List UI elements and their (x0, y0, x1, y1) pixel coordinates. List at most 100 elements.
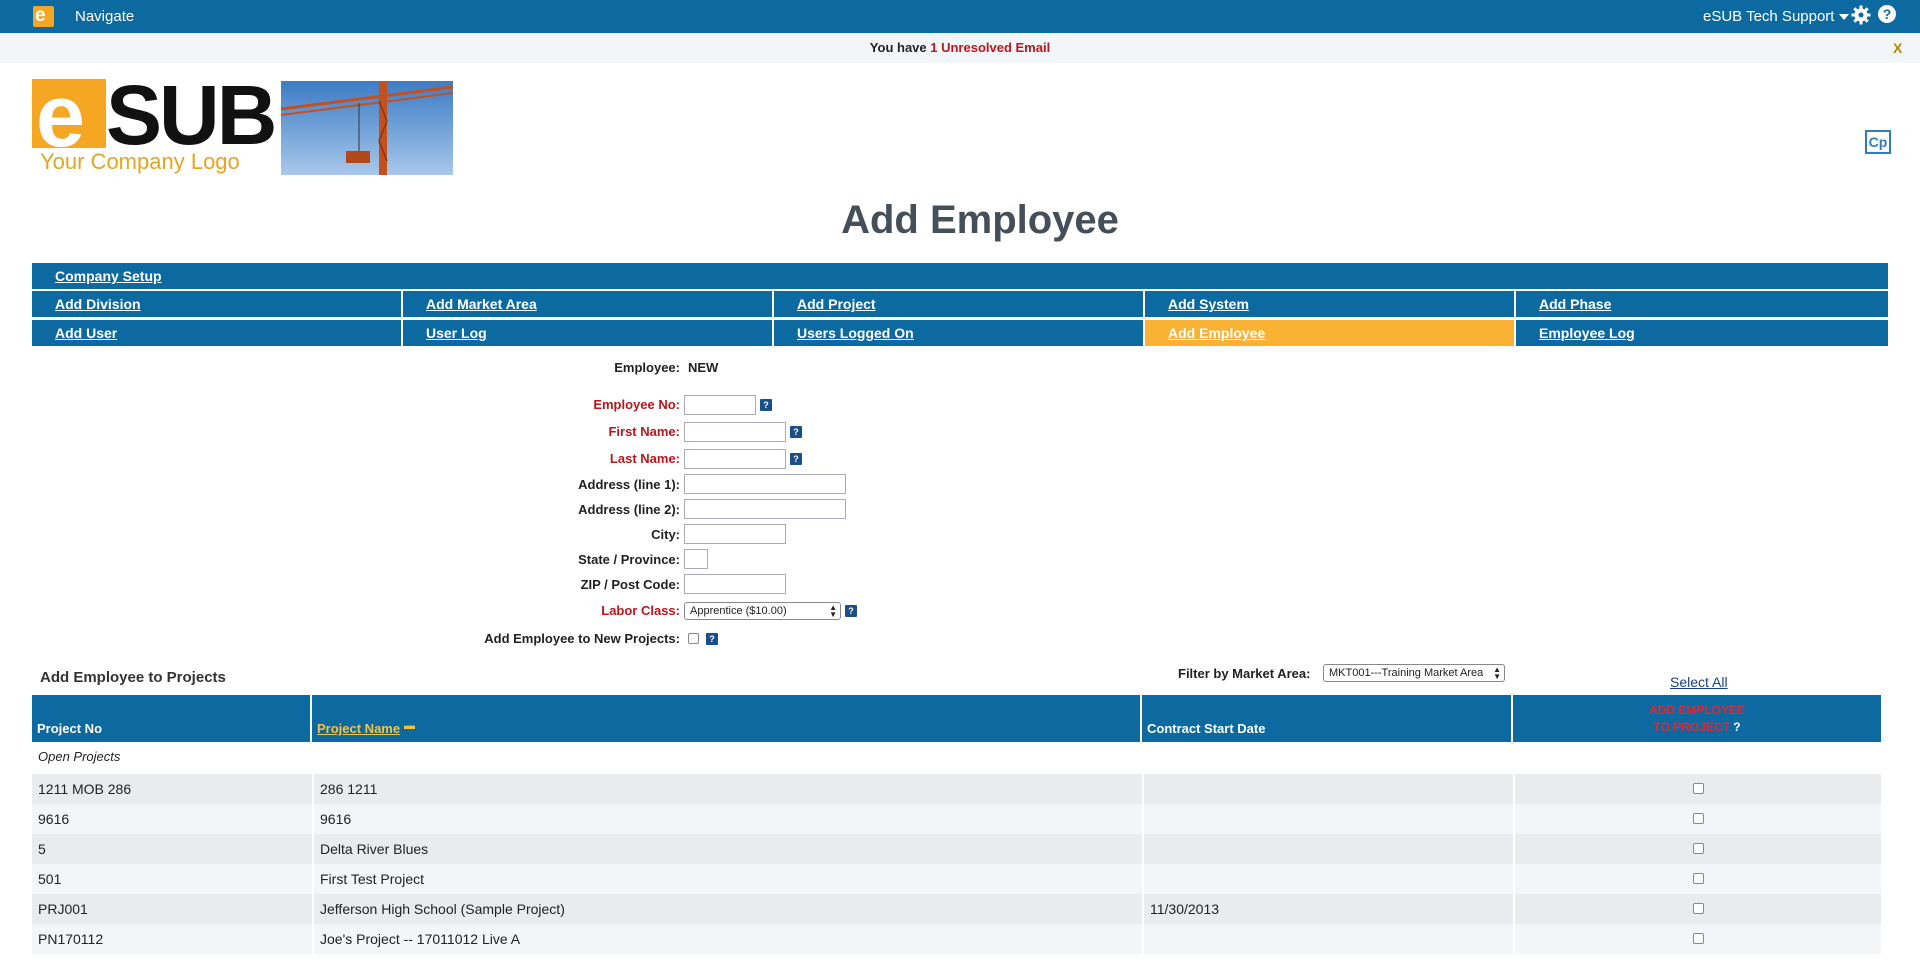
add-to-project-line1: ADD EMPLOYEE (1648, 703, 1745, 717)
employee-value: NEW (688, 360, 719, 375)
table-row: 5 Delta River Blues (32, 834, 1881, 864)
add-to-new-projects-checkbox[interactable] (688, 633, 699, 644)
filter-market-area-label: Filter by Market Area: (1178, 666, 1311, 681)
add-to-project-checkbox[interactable] (1693, 813, 1704, 824)
first-name-label: First Name: (608, 424, 680, 439)
help-icon[interactable]: ? (790, 453, 802, 465)
market-area-select[interactable]: MKT001---Training Market Area ▲ ▼ (1323, 664, 1505, 682)
esub-app-icon[interactable]: e (33, 5, 54, 27)
help-icon[interactable]: ? (1878, 5, 1896, 23)
header-add-to-project: ADD EMPLOYEE TO PROJECT ? (1513, 695, 1881, 742)
menu-add-user[interactable]: Add User (32, 320, 401, 346)
project-no-cell: PRJ001 (38, 901, 88, 917)
company-setup-link[interactable]: Company Setup (32, 263, 1888, 289)
navigate-menu[interactable]: Navigate (75, 8, 134, 25)
menu-add-system[interactable]: Add System (1145, 291, 1514, 317)
project-name-cell: First Test Project (312, 864, 1142, 894)
table-row: 9616 9616 (32, 804, 1881, 834)
address2-input[interactable] (684, 499, 846, 519)
open-projects-group-label: Open Projects (38, 749, 121, 764)
menu-add-phase[interactable]: Add Phase (1516, 291, 1888, 317)
menu-employee-log[interactable]: Employee Log (1516, 320, 1888, 346)
employee-no-label: Employee No: (593, 397, 680, 412)
project-no-cell: PN170112 (38, 931, 104, 947)
contract-start-cell (1142, 774, 1513, 804)
add-to-project-cell (1513, 924, 1881, 954)
header-project-no: Project No (32, 695, 310, 742)
help-icon[interactable]: ? (790, 426, 802, 438)
add-to-project-checkbox[interactable] (1693, 933, 1704, 944)
help-icon[interactable]: ? (760, 399, 772, 411)
project-name-cell: Delta River Blues (312, 834, 1142, 864)
zip-input[interactable] (684, 574, 786, 594)
top-nav-bar: e Navigate eSUB Tech Support ? (0, 0, 1920, 33)
user-name: eSUB Tech Support (1703, 8, 1835, 25)
select-arrows-icon: ▲ ▼ (829, 603, 837, 619)
city-label: City: (651, 527, 680, 542)
employee-no-input[interactable] (684, 395, 756, 415)
app-icon-letter: e (35, 5, 46, 26)
header-project-name-link[interactable]: Project Name (317, 721, 400, 736)
gear-icon[interactable] (1851, 5, 1871, 25)
header-contract-start: Contract Start Date (1142, 695, 1511, 742)
market-area-value: MKT001---Training Market Area (1329, 667, 1484, 679)
first-name-input[interactable] (684, 422, 786, 442)
add-to-project-cell (1513, 894, 1881, 924)
crane-image (281, 81, 453, 175)
contract-start-cell (1142, 924, 1513, 954)
menu-add-project[interactable]: Add Project (774, 291, 1143, 317)
menu-users-logged-on[interactable]: Users Logged On (774, 320, 1143, 346)
labor-class-select[interactable]: Apprentice ($10.00) ▲ ▼ (684, 602, 841, 620)
add-to-project-checkbox[interactable] (1693, 873, 1704, 884)
address1-input[interactable] (684, 474, 846, 494)
add-to-projects-title: Add Employee to Projects (40, 669, 226, 686)
help-icon[interactable]: ? (845, 605, 857, 617)
state-input[interactable] (684, 549, 708, 569)
menu-add-market-area[interactable]: Add Market Area (403, 291, 772, 317)
menu-add-division[interactable]: Add Division (32, 291, 401, 317)
project-no-cell: 501 (38, 871, 62, 887)
unresolved-email-link[interactable]: 1 Unresolved Email (930, 40, 1050, 55)
help-icon[interactable]: ? (1733, 720, 1740, 734)
table-row: 501 First Test Project (32, 864, 1881, 894)
project-no-cell: 9616 (38, 811, 70, 827)
labor-class-value: Apprentice ($10.00) (690, 605, 787, 617)
logo-tagline: Your Company Logo (40, 149, 240, 174)
table-row: PRJ001 Jefferson High School (Sample Proj… (32, 894, 1881, 924)
project-name-cell: Joe's Project -- 17011012 Live A (312, 924, 1142, 954)
contract-start-cell (1142, 834, 1513, 864)
help-icon[interactable]: ? (706, 633, 718, 645)
page-title: Add Employee (841, 198, 1119, 242)
chevron-down-icon (1839, 14, 1850, 21)
add-to-new-projects-label: Add Employee to New Projects: (484, 631, 680, 646)
labor-class-label: Labor Class: (601, 603, 680, 618)
project-no-cell: 5 (38, 841, 46, 857)
table-row: 1211 MOB 286 286 1211 (32, 774, 1881, 804)
project-no-cell: 1211 MOB 286 (38, 781, 132, 797)
contract-start-cell: 11/30/2013 (1142, 894, 1513, 924)
user-menu[interactable]: eSUB Tech Support (1703, 8, 1850, 25)
table-row: PN170112 Joe's Project -- 17011012 Live A (32, 924, 1881, 954)
cp-icon[interactable]: Cp (1865, 130, 1891, 154)
employee-label: Employee: (614, 360, 680, 375)
add-to-project-checkbox[interactable] (1693, 783, 1704, 794)
state-label: State / Province: (578, 552, 680, 567)
city-input[interactable] (684, 524, 786, 544)
close-notice-button[interactable]: X (1893, 33, 1902, 63)
project-name-cell: 9616 (312, 804, 1142, 834)
contract-start-cell (1142, 864, 1513, 894)
header-project-no-text: Project No (37, 721, 103, 736)
project-name-cell: 286 1211 (312, 774, 1142, 804)
sort-icon: ▬ (404, 720, 415, 732)
header-project-name[interactable]: Project Name ▬ (312, 695, 1140, 742)
add-to-project-checkbox[interactable] (1693, 903, 1704, 914)
select-all-link[interactable]: Select All (1670, 674, 1728, 690)
add-to-project-checkbox[interactable] (1693, 843, 1704, 854)
logo-e-box: e (32, 66, 106, 165)
project-name-cell: Jefferson High School (Sample Project) (312, 894, 1142, 924)
menu-user-log[interactable]: User Log (403, 320, 772, 346)
last-name-input[interactable] (684, 449, 786, 469)
add-to-project-cell (1513, 774, 1881, 804)
menu-add-employee[interactable]: Add Employee (1145, 320, 1514, 346)
add-to-project-cell (1513, 834, 1881, 864)
